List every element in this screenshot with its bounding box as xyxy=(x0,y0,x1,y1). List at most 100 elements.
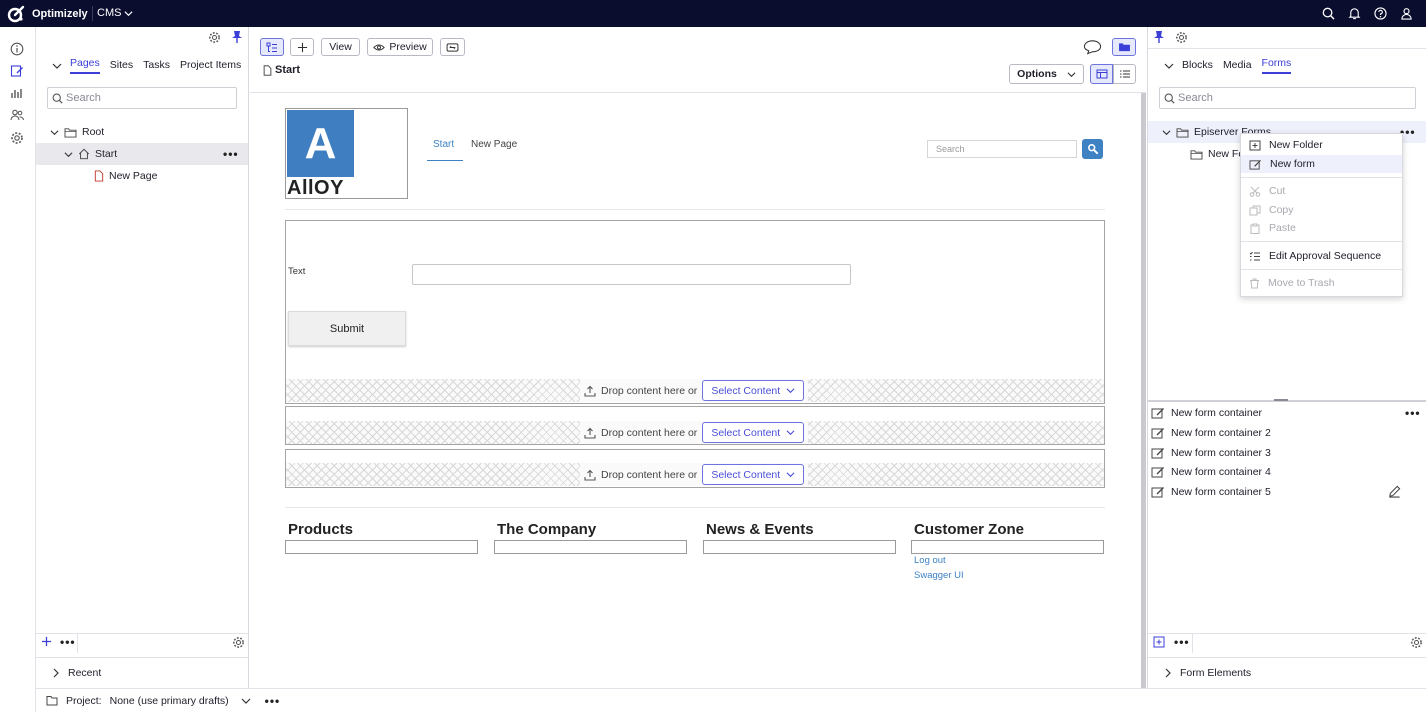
node-more-options-button[interactable]: ••• xyxy=(223,147,239,161)
toggle-navigation-button[interactable] xyxy=(260,38,284,56)
navigation-tabs: Pages Sites Tasks Project Items xyxy=(70,57,241,74)
folder-icon xyxy=(1190,149,1203,160)
form-elements-toggle[interactable]: Form Elements xyxy=(1164,667,1251,679)
upload-icon xyxy=(584,469,596,481)
options-label: Options xyxy=(1017,68,1057,80)
menu-item-move-to-trash[interactable]: Move to Trash xyxy=(1241,274,1402,292)
tab-pages[interactable]: Pages xyxy=(70,57,100,74)
menu-item-copy[interactable]: Copy xyxy=(1241,201,1402,219)
pane-settings-icon[interactable] xyxy=(1175,31,1188,44)
page-icon xyxy=(263,65,272,76)
more-options-button[interactable]: ••• xyxy=(60,635,76,649)
preview-button[interactable]: Preview xyxy=(367,38,433,56)
list-item[interactable]: New form container 3 xyxy=(1147,443,1426,462)
list-item[interactable]: New form container 4 xyxy=(1147,462,1426,481)
toggle-assets-button[interactable] xyxy=(1112,38,1136,56)
footer-content-area[interactable] xyxy=(911,540,1104,554)
collapse-chevron-icon[interactable] xyxy=(1164,61,1174,71)
pin-icon[interactable] xyxy=(1153,30,1165,44)
help-icon[interactable] xyxy=(1373,6,1388,21)
chevron-down-icon[interactable] xyxy=(64,150,73,159)
chevron-down-icon[interactable] xyxy=(241,696,251,706)
select-content-button[interactable]: Select Content xyxy=(702,422,805,443)
menu-item-new-folder[interactable]: New Folder xyxy=(1241,136,1402,154)
list-item[interactable]: New form container ••• xyxy=(1147,403,1426,422)
drop-zone-text: Drop content here or xyxy=(601,426,698,439)
top-bar: Optimizely CMS xyxy=(0,0,1426,27)
drop-zone-text: Drop content here or xyxy=(601,468,698,481)
tab-forms[interactable]: Forms xyxy=(1261,57,1292,74)
settings-gear-icon[interactable] xyxy=(1410,636,1423,649)
select-content-button[interactable]: Select Content xyxy=(702,380,805,401)
user-icon[interactable] xyxy=(1399,6,1414,21)
menu-item-paste[interactable]: Paste xyxy=(1241,219,1402,237)
splitter-handle[interactable] xyxy=(1274,399,1288,401)
comments-icon[interactable] xyxy=(1083,39,1102,55)
form-submit-button[interactable]: Submit xyxy=(288,311,406,346)
menu-item-new-form[interactable]: New form xyxy=(1241,155,1402,173)
tree-node-root[interactable]: Root xyxy=(36,121,248,143)
settings-gear-icon[interactable] xyxy=(232,636,245,649)
tree-node-start[interactable]: Start ••• xyxy=(36,143,248,165)
plus-icon xyxy=(297,42,308,53)
all-properties-button[interactable] xyxy=(1113,64,1136,84)
list-item[interactable]: New form container 5 xyxy=(1147,482,1426,501)
product-switcher[interactable]: CMS xyxy=(97,7,133,19)
tree-view-icon xyxy=(266,42,278,53)
create-new-button[interactable] xyxy=(290,38,314,56)
select-content-button[interactable]: Select Content xyxy=(702,464,805,485)
menu-item-label: Move to Trash xyxy=(1268,277,1335,289)
swagger-ui-link[interactable]: Swagger UI xyxy=(914,570,964,581)
item-more-options-button[interactable]: ••• xyxy=(1405,406,1421,420)
preview-scrollbar[interactable] xyxy=(1141,93,1146,688)
list-item[interactable]: New form container 2 xyxy=(1147,423,1426,442)
create-block-icon[interactable] xyxy=(1153,636,1165,648)
users-icon[interactable] xyxy=(10,108,25,123)
reports-icon[interactable] xyxy=(10,86,25,101)
tab-sites[interactable]: Sites xyxy=(110,59,133,74)
form-text-input[interactable] xyxy=(412,264,851,285)
forms-search-input[interactable] xyxy=(1178,92,1404,104)
on-page-edit-button[interactable] xyxy=(1090,64,1113,84)
edit-content-icon[interactable] xyxy=(10,64,25,79)
settings-gear-icon[interactable] xyxy=(10,131,25,146)
logout-link[interactable]: Log out xyxy=(914,555,946,566)
tab-media[interactable]: Media xyxy=(1223,59,1252,74)
tab-blocks[interactable]: Blocks xyxy=(1182,59,1213,74)
site-search-input[interactable]: Search xyxy=(927,140,1077,158)
site-nav-new-page[interactable]: New Page xyxy=(471,139,517,150)
info-icon[interactable] xyxy=(10,42,25,57)
footer-content-area[interactable] xyxy=(494,540,687,554)
site-nav-start[interactable]: Start xyxy=(433,139,454,150)
more-options-button[interactable]: ••• xyxy=(1174,635,1190,649)
footer-content-area[interactable] xyxy=(285,540,478,554)
tab-project-items[interactable]: Project Items xyxy=(180,59,241,74)
collapse-chevron-icon[interactable] xyxy=(52,61,62,71)
form-edit-icon xyxy=(1151,407,1165,419)
search-icon[interactable] xyxy=(1321,6,1336,21)
site-search-button[interactable] xyxy=(1082,139,1103,159)
chevron-down-icon[interactable] xyxy=(1162,128,1171,137)
pin-icon[interactable] xyxy=(231,30,243,44)
brand[interactable]: Optimizely xyxy=(6,4,88,24)
recent-section-toggle[interactable]: Recent xyxy=(52,667,101,679)
tree-node-new-page[interactable]: New Page xyxy=(36,165,248,187)
menu-item-edit-approval-sequence[interactable]: Edit Approval Sequence xyxy=(1241,247,1402,265)
chevron-down-icon[interactable] xyxy=(50,128,59,137)
compare-button[interactable] xyxy=(440,38,465,56)
project-more-options-button[interactable]: ••• xyxy=(265,694,281,708)
menu-item-cut[interactable]: Cut xyxy=(1241,182,1402,200)
footer-content-area[interactable] xyxy=(703,540,896,554)
project-selector[interactable]: None (use primary drafts) xyxy=(110,695,229,707)
page-tree-search-input[interactable] xyxy=(66,92,232,104)
tab-tasks[interactable]: Tasks xyxy=(143,59,170,74)
bell-icon[interactable] xyxy=(1347,6,1362,21)
pane-settings-icon[interactable] xyxy=(208,31,221,44)
form-block[interactable] xyxy=(285,220,1105,404)
pencil-icon[interactable] xyxy=(1388,485,1401,498)
cut-icon xyxy=(1249,186,1261,197)
view-button[interactable]: View xyxy=(321,38,360,56)
options-dropdown[interactable]: Options xyxy=(1009,64,1084,84)
menu-item-label: Copy xyxy=(1269,204,1294,216)
add-icon[interactable] xyxy=(41,636,52,647)
